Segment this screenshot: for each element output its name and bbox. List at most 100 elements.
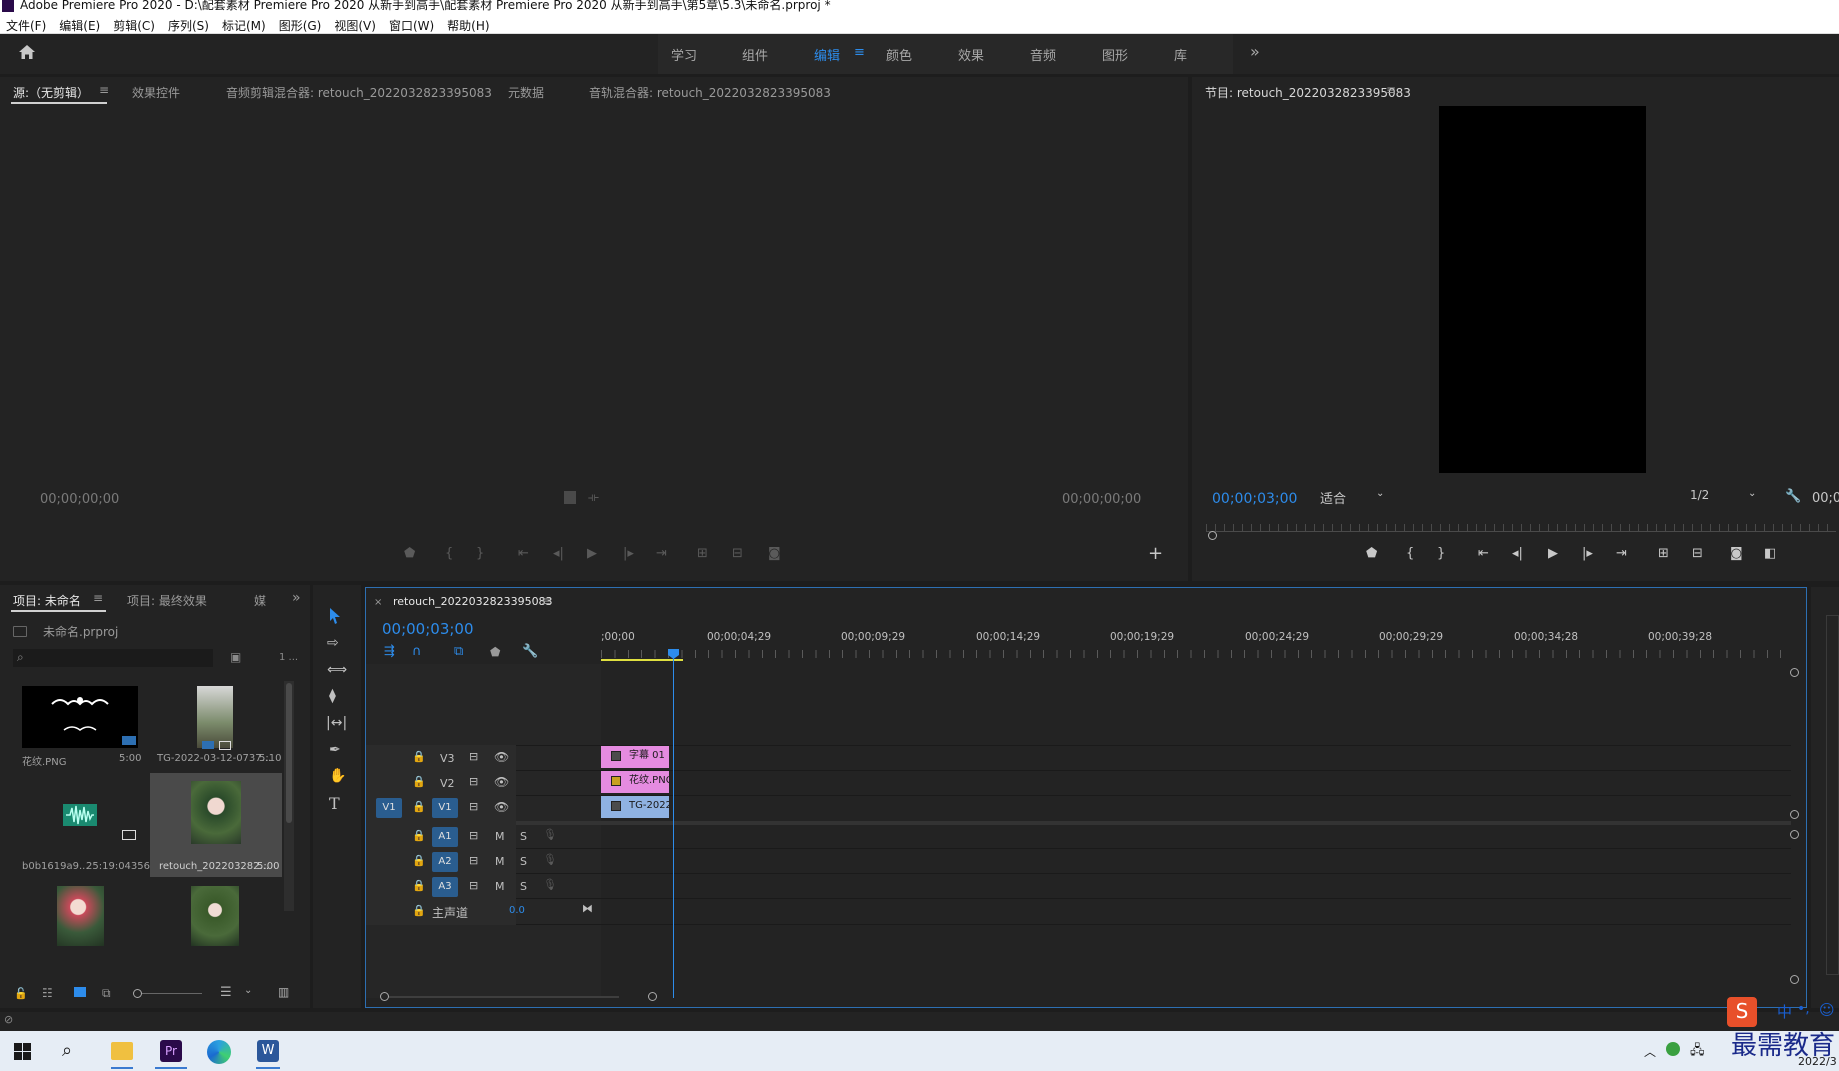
lock-track-icon[interactable]: 🔒 (412, 800, 426, 813)
tab-project[interactable]: 项目: 未命名 (13, 592, 81, 609)
audio-waveform-icon[interactable] (63, 802, 97, 828)
menu-file[interactable]: 文件(F) (0, 14, 53, 34)
mute-button[interactable]: M (495, 830, 505, 843)
network-icon[interactable]: 🖧 (1690, 1041, 1705, 1063)
search-icon[interactable]: ⌕ (62, 1040, 72, 1061)
workspace-color[interactable]: 颜色 (886, 45, 912, 64)
work-area-bar[interactable] (601, 659, 683, 661)
play-icon[interactable]: ▶ (587, 546, 597, 561)
overwrite-icon[interactable]: ⊟ (732, 546, 743, 561)
tray-app-icon[interactable] (1666, 1042, 1680, 1056)
linked-selection-icon[interactable]: ⧉ (454, 644, 463, 659)
lift-icon[interactable]: ⊞ (1658, 546, 1669, 561)
minimize-button[interactable]: – (1812, 0, 1819, 6)
track-select-tool-icon[interactable]: ⇨ (327, 635, 339, 651)
ime-punct-icon[interactable]: •, (1797, 1001, 1810, 1017)
mark-out-icon[interactable]: } (1437, 546, 1445, 561)
project-panel-menu-icon[interactable]: ≡ (93, 591, 103, 605)
snap-icon[interactable]: ∩ (412, 644, 422, 659)
ime-emoji-icon[interactable]: ☺ (1819, 1001, 1835, 1019)
extract-icon[interactable]: ⊟ (1692, 546, 1703, 561)
button-editor-icon[interactable]: + (1148, 543, 1163, 564)
menu-help[interactable]: 帮助(H) (441, 14, 496, 34)
source-patch-v1[interactable]: V1 (376, 798, 402, 818)
horizontal-scroll-end[interactable] (648, 992, 657, 1001)
horizontal-scroll-thumb[interactable] (389, 996, 619, 998)
freeform-view-icon[interactable]: ⧉ (102, 986, 111, 1001)
selection-tool-icon[interactable] (327, 607, 343, 625)
mark-in-icon[interactable]: { (445, 546, 453, 561)
sort-icon[interactable]: ☰ (220, 985, 232, 1000)
edge-browser-icon[interactable] (207, 1040, 231, 1064)
lock-icon[interactable]: 🔓 (14, 987, 28, 1000)
project-item-thumb-5[interactable] (191, 886, 239, 946)
microphone-icon[interactable]: 🎙 (543, 828, 557, 841)
menu-edit[interactable]: 编辑(E) (53, 14, 107, 34)
track-target-a2[interactable]: A2 (432, 852, 458, 872)
fit-dropdown[interactable]: 适合 ⌄ (1320, 488, 1402, 508)
mute-button[interactable]: M (495, 880, 505, 893)
premiere-pro-icon[interactable]: Pr (160, 1040, 182, 1062)
lock-track-icon[interactable]: 🔒 (412, 775, 426, 788)
clip-huawen[interactable]: 花纹.PNG (601, 771, 669, 793)
razor-tool-icon[interactable]: ⧫ (329, 688, 336, 704)
step-back-icon[interactable]: ◂| (1512, 546, 1523, 561)
word-icon[interactable]: W (257, 1040, 279, 1062)
eye-icon[interactable]: 👁 (494, 800, 509, 814)
chevron-down-icon[interactable]: ⌄ (244, 985, 252, 996)
add-marker-icon[interactable]: ⬟ (404, 546, 415, 561)
tab-source[interactable]: 源:（无剪辑） (13, 84, 89, 101)
lock-track-icon[interactable]: 🔒 (412, 879, 426, 892)
hand-tool-icon[interactable]: ✋ (329, 768, 346, 784)
lock-track-icon[interactable]: 🔒 (412, 750, 426, 763)
tab-program[interactable]: 节目: retouch_2022032823395083 (1205, 84, 1411, 101)
panel-menu-icon[interactable]: ≡ (99, 83, 109, 97)
lock-track-icon[interactable]: 🔒 (412, 904, 426, 917)
mark-out-icon[interactable]: } (476, 546, 484, 561)
sogou-logo-icon[interactable]: S (1727, 997, 1757, 1027)
menu-graphics[interactable]: 图形(G) (273, 14, 329, 34)
master-volume-value[interactable]: 0.0 (509, 905, 525, 916)
zoom-scroll-handle[interactable] (1208, 531, 1217, 540)
go-to-out-icon[interactable]: ⇥ (1616, 546, 1627, 561)
timeline-menu-icon[interactable]: ≡ (541, 594, 551, 608)
sync-lock-icon[interactable]: ⊟ (469, 854, 478, 867)
lock-track-icon[interactable]: 🔒 (412, 829, 426, 842)
nest-toggle-icon[interactable]: ⇶ (384, 644, 395, 659)
workspace-assembly[interactable]: 组件 (742, 45, 768, 64)
clip-title-01[interactable]: 字幕 01 (601, 746, 669, 768)
menu-window[interactable]: 窗口(W) (383, 14, 441, 34)
tab-audio-clip-mixer[interactable]: 音频剪辑混合器: retouch_2022032823395083 (226, 84, 492, 101)
vertical-scroll-handle[interactable] (1790, 668, 1799, 677)
menu-clip[interactable]: 剪辑(C) (107, 14, 162, 34)
tray-chevron-icon[interactable]: ︿ (1644, 1043, 1656, 1060)
workspace-menu-icon[interactable]: ≡ (854, 45, 865, 60)
step-forward-icon[interactable]: |▸ (623, 546, 634, 561)
ime-mode[interactable]: 中 (1777, 1001, 1792, 1022)
close-icon[interactable]: × (374, 597, 382, 608)
timeline-playhead-timecode[interactable]: 00;00;03;00 (382, 620, 474, 638)
project-item-thumb-retouch[interactable] (191, 781, 241, 844)
program-playhead-timecode[interactable]: 00;00;03;00 (1212, 491, 1297, 507)
comparison-view-icon[interactable]: ◧ (1764, 546, 1776, 561)
zoom-slider-track[interactable] (142, 993, 202, 994)
go-to-end-icon[interactable]: ⧓ (582, 902, 593, 915)
go-to-in-icon[interactable]: ⇤ (518, 546, 529, 561)
tab-sequence[interactable]: retouch_2022032823395083 (393, 595, 553, 608)
tab-project-final[interactable]: 项目: 最终效果 (127, 592, 207, 609)
tab-effect-controls[interactable]: 效果控件 (132, 84, 180, 101)
microphone-icon[interactable]: 🎙 (543, 878, 557, 891)
sync-lock-icon[interactable]: ⊟ (469, 775, 478, 788)
go-to-out-icon[interactable]: ⇥ (656, 546, 667, 561)
play-icon[interactable]: ▶ (1548, 546, 1558, 561)
zoom-slider-handle[interactable] (133, 989, 142, 998)
project-item-thumb-4[interactable] (57, 886, 104, 946)
icon-view-icon[interactable] (74, 987, 86, 997)
automate-to-sequence-icon[interactable]: ▥ (278, 985, 289, 999)
type-tool-icon[interactable]: T (329, 794, 340, 813)
solo-button[interactable]: S (520, 830, 527, 843)
timeline-ruler[interactable]: ;00;00 00;00;04;29 00;00;09;29 00;00;14;… (601, 631, 1791, 647)
export-frame-icon[interactable]: ◙ (1730, 546, 1743, 561)
project-item-thumb-huawen[interactable] (22, 686, 138, 748)
file-explorer-icon[interactable] (111, 1042, 133, 1060)
